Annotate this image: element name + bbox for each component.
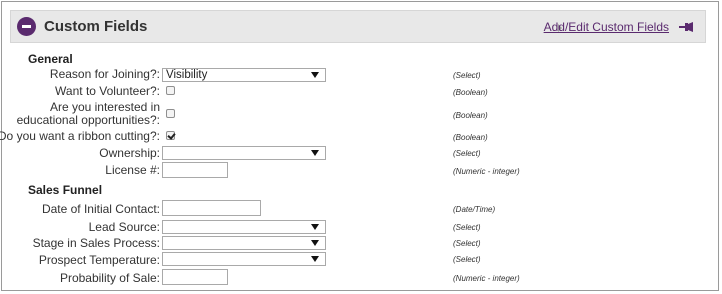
ownership-select[interactable] — [162, 146, 326, 160]
field-type-education: (Boolean) — [453, 111, 488, 120]
panel-title: Custom Fields — [44, 18, 148, 35]
stage-in-sales-process-select[interactable] — [162, 236, 326, 250]
dropdown-arrow-icon — [311, 72, 319, 78]
field-type-initial-contact: (Date/Time) — [453, 205, 496, 214]
field-type-lead-source: (Select) — [453, 223, 481, 232]
field-label-ownership: Ownership: — [99, 146, 160, 160]
field-label-probability: Probability of Sale: — [59, 271, 160, 285]
field-type-license: (Numeric - integer) — [453, 167, 520, 176]
probability-of-sale-input[interactable] — [162, 269, 228, 285]
pin-icon[interactable] — [679, 20, 695, 34]
license-number-input[interactable] — [162, 162, 228, 178]
section-title-sales-funnel: Sales Funnel — [28, 183, 103, 197]
header-actions: Add/Edit Custom Fields — [544, 20, 695, 36]
field-type-probability: (Numeric - integer) — [453, 274, 520, 283]
lead-source-select[interactable] — [162, 220, 326, 234]
field-type-volunteer: (Boolean) — [453, 88, 488, 97]
educational-opportunities-checkbox[interactable] — [166, 109, 175, 118]
field-label-lead-source: Lead Source: — [88, 220, 160, 234]
dropdown-arrow-icon — [311, 150, 319, 156]
field-type-stage: (Select) — [453, 239, 481, 248]
field-type-temperature: (Select) — [453, 255, 481, 264]
field-type-ownership: (Select) — [453, 149, 481, 158]
field-type-ribbon: (Boolean) — [453, 133, 488, 142]
prospect-temperature-select[interactable] — [162, 252, 326, 266]
dropdown-arrow-icon — [311, 224, 319, 230]
field-label-volunteer: Want to Volunteer?: — [55, 84, 160, 98]
dropdown-arrow-icon — [311, 256, 319, 262]
want-to-volunteer-checkbox[interactable] — [166, 86, 175, 95]
add-edit-custom-fields-link[interactable]: Add/Edit Custom Fields — [544, 20, 669, 34]
dropdown-arrow-icon — [311, 240, 319, 246]
field-type-reason: (Select) — [453, 71, 481, 80]
field-label-initial-contact: Date of Initial Contact: — [41, 202, 160, 216]
date-of-initial-contact-input[interactable] — [162, 200, 261, 216]
ribbon-cutting-checkbox[interactable] — [166, 131, 175, 140]
field-label-temperature: Prospect Temperature: — [38, 253, 160, 267]
collapse-icon[interactable] — [17, 17, 36, 36]
field-label-education: Are you interested in educational opport… — [16, 100, 160, 127]
field-label-ribbon: Do you want a ribbon cutting?: — [0, 129, 160, 143]
panel-header: Custom Fields Add/Edit Custom Fields — [10, 10, 706, 43]
field-label-license: License #: — [105, 163, 160, 177]
section-title-general: General — [28, 52, 73, 66]
reason-for-joining-select[interactable]: Visibility — [162, 68, 326, 82]
field-label-stage: Stage in Sales Process: — [32, 236, 160, 250]
field-label-reason: Reason for Joining?: — [49, 67, 160, 81]
select-value: Visibility — [166, 69, 208, 81]
